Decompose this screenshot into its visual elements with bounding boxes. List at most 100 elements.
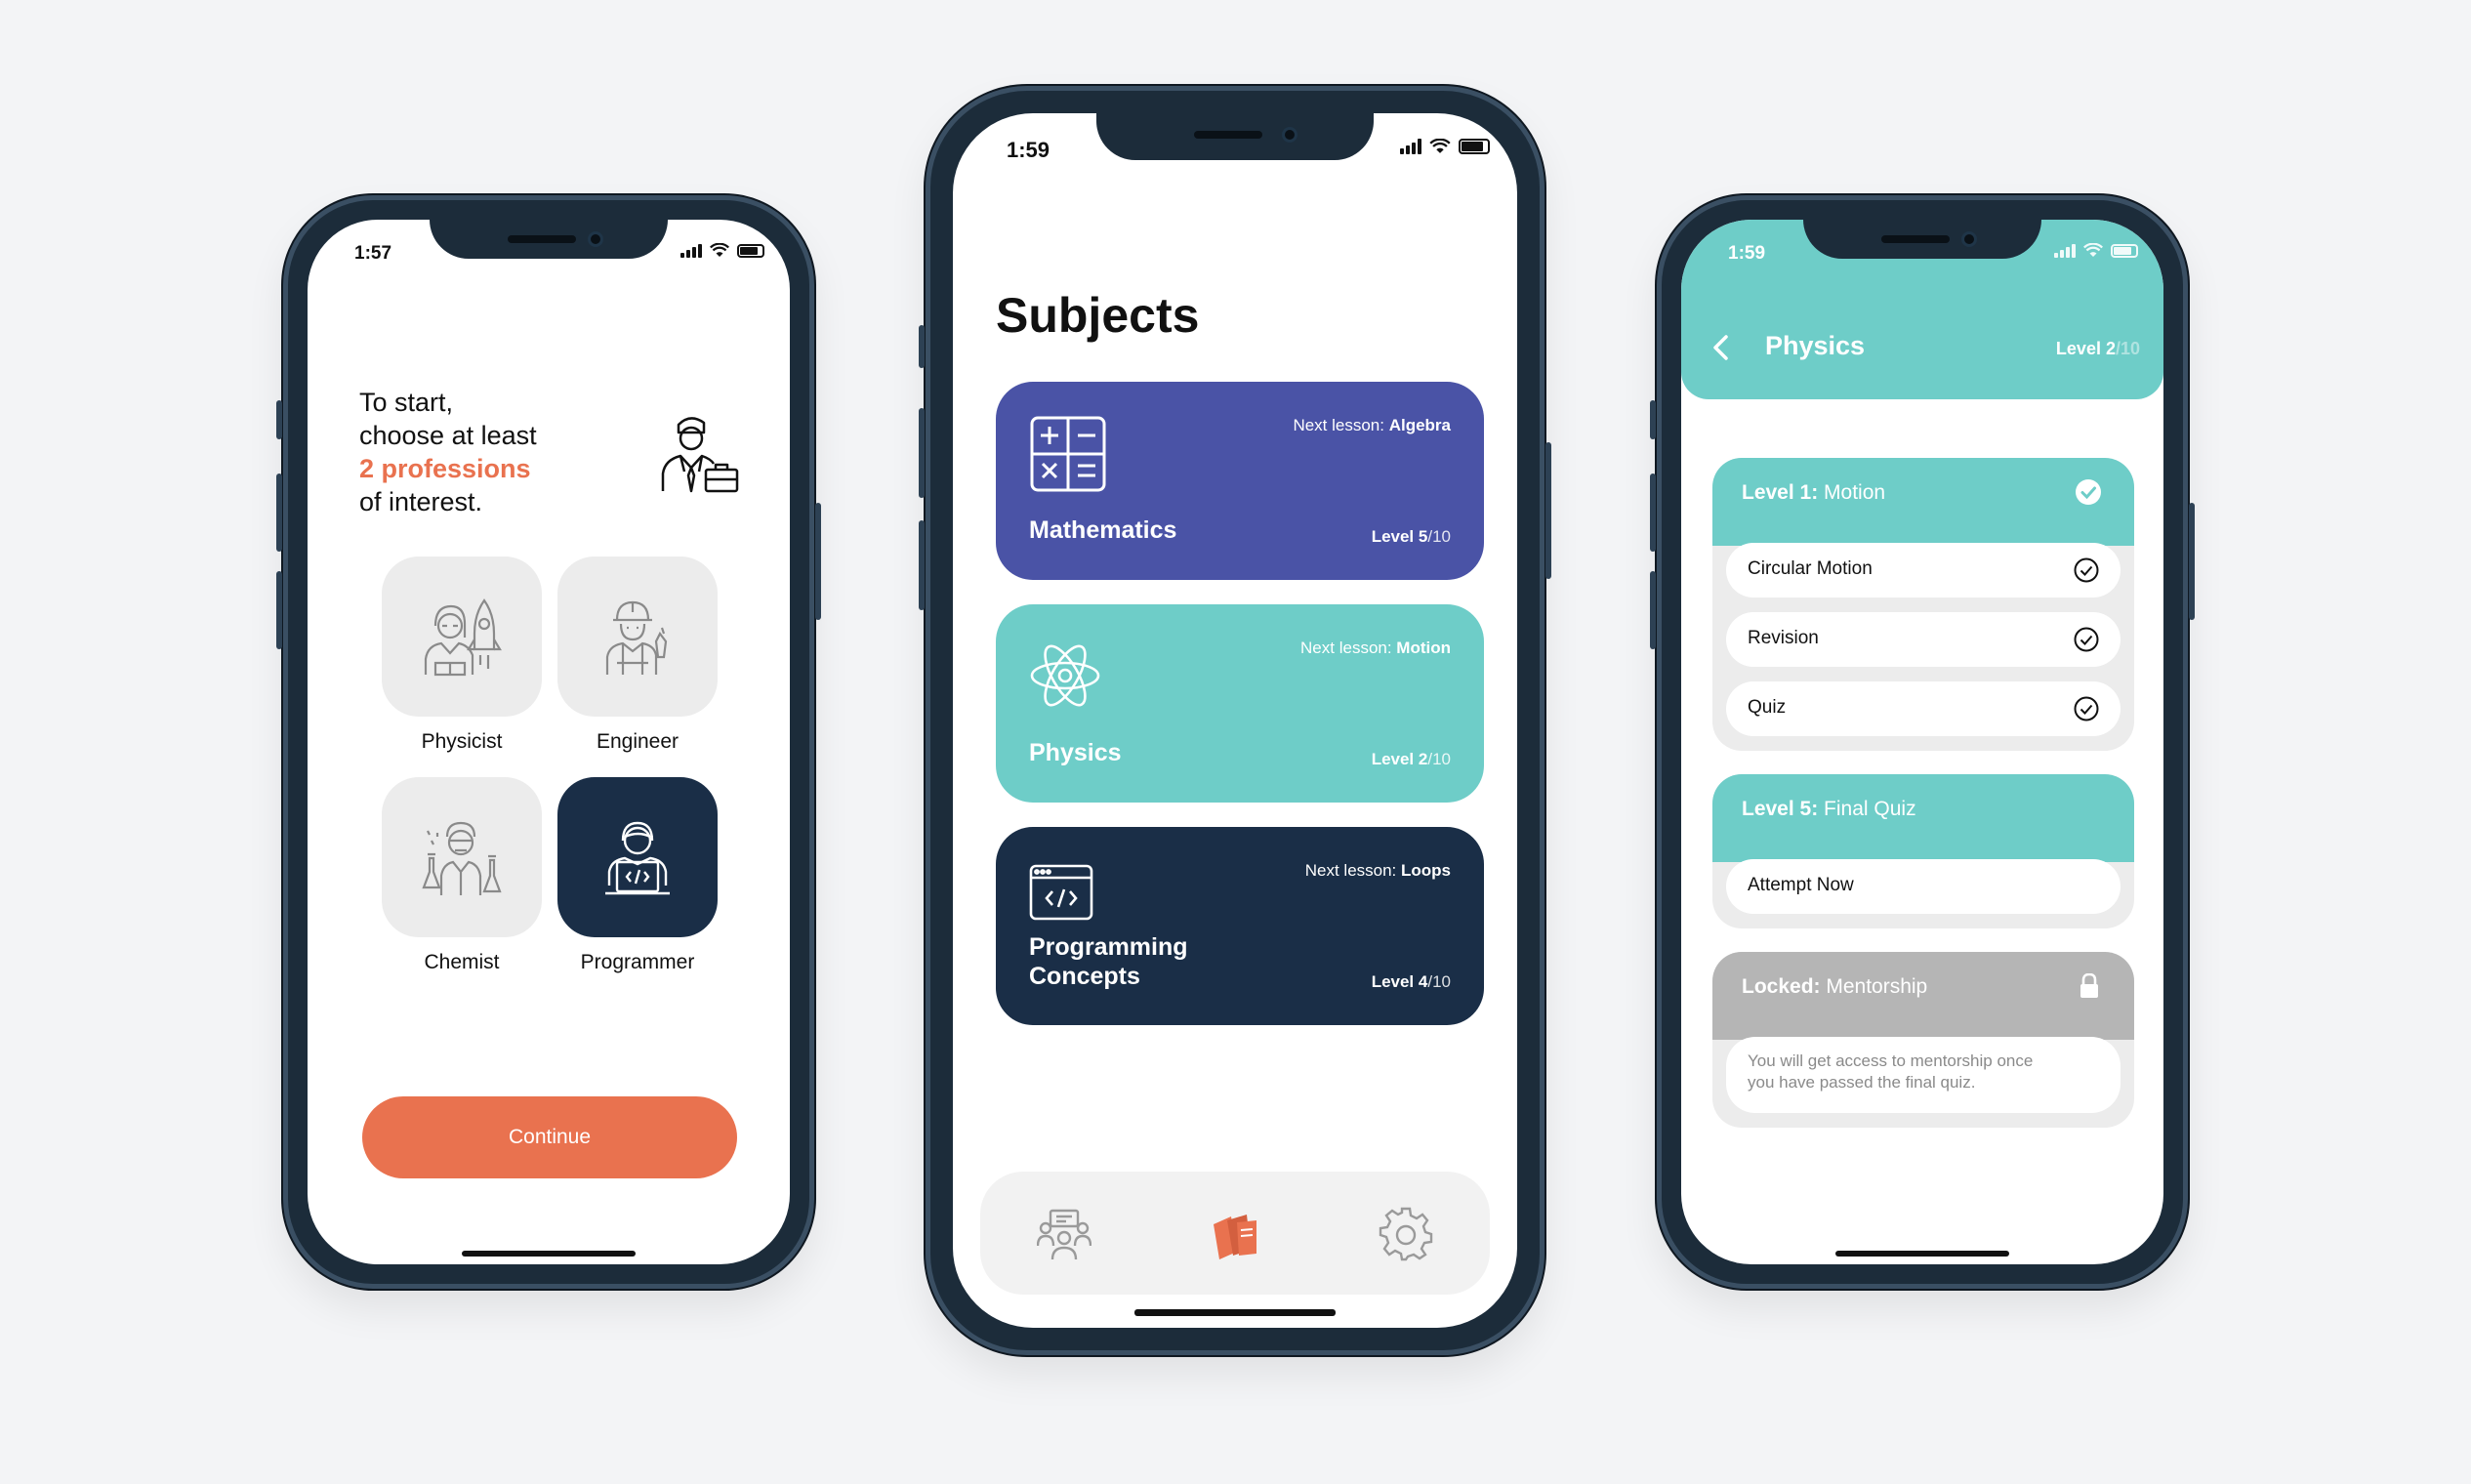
settings-gear-icon — [1379, 1207, 1433, 1261]
silent-switch — [1650, 400, 1656, 439]
intro-line-2: choose at least — [359, 421, 537, 450]
notch — [430, 220, 668, 259]
level-section-5: Level 5: Final Quiz Attempt Now — [1712, 774, 2134, 928]
profession-tile[interactable] — [382, 556, 542, 717]
profession-label: Physicist — [421, 730, 503, 753]
programmer-icon — [605, 821, 670, 895]
continue-button[interactable]: Continue — [362, 1096, 737, 1178]
locked-message-box: You will get access to mentorship once y… — [1726, 1037, 2121, 1113]
intro-line-1: To start, — [359, 388, 454, 417]
tab-bar — [980, 1172, 1490, 1295]
wifi-icon — [2083, 243, 2103, 257]
wifi-icon — [710, 243, 729, 257]
next-lesson-name: Loops — [1401, 861, 1451, 880]
header-level-total: /10 — [2115, 339, 2140, 358]
continue-label: Continue — [508, 1126, 592, 1148]
subject-card-programming[interactable]: Next lesson: Loops Programming Concepts … — [996, 827, 1484, 1025]
section-title-bold: Level 1: — [1742, 481, 1819, 504]
next-lesson-prefix: Next lesson: — [1293, 416, 1389, 434]
signal-icon — [2054, 243, 2076, 258]
lock-icon — [2080, 973, 2098, 998]
next-lesson: Next lesson: Motion — [1300, 639, 1451, 658]
level-value: 5 — [1418, 527, 1428, 546]
chemist-icon — [422, 821, 502, 895]
profession-card-chemist[interactable]: Chemist — [382, 777, 542, 974]
phone-frame-physics-levels: 1:59 Physics Level 2/10 Level 1: Motion … — [1650, 195, 2195, 1289]
locked-section-header: Locked: Mentorship — [1712, 952, 2134, 1040]
back-chevron-icon[interactable] — [1710, 333, 1732, 362]
profession-card-physicist[interactable]: Physicist — [382, 556, 542, 754]
profession-tile[interactable] — [557, 556, 718, 717]
locked-message-line-2: you have passed the final quiz. — [1748, 1073, 1976, 1092]
tab-settings[interactable] — [1379, 1207, 1433, 1261]
status-icons — [2054, 243, 2138, 258]
next-lesson-prefix: Next lesson: — [1300, 639, 1397, 657]
businessman-icon — [661, 417, 739, 493]
lesson-item[interactable]: Quiz — [1726, 681, 2121, 736]
profession-tile-selected[interactable] — [557, 777, 718, 937]
page-title: Subjects — [996, 288, 1200, 343]
check-circle-icon — [2074, 696, 2099, 721]
status-icons — [680, 243, 764, 258]
volume-up-button — [1650, 474, 1656, 552]
volume-down-button — [276, 571, 282, 649]
subject-level: Level 2/10 — [1372, 750, 1451, 769]
page-title: Physics — [1765, 331, 1866, 360]
next-lesson-name: Algebra — [1388, 416, 1451, 434]
subject-name: Mathematics — [1029, 516, 1177, 544]
subject-card-physics[interactable]: Next lesson: Motion Physics Level 2/10 — [996, 604, 1484, 803]
silent-switch — [919, 325, 925, 368]
subject-level: Level 5/10 — [1372, 527, 1451, 547]
lesson-item[interactable]: Circular Motion — [1726, 543, 2121, 598]
level-value: 2 — [1418, 750, 1428, 768]
battery-icon — [737, 243, 764, 258]
section-title-rest: Motion — [1818, 481, 1886, 504]
signal-icon — [680, 243, 702, 258]
power-button — [815, 503, 821, 620]
next-lesson: Next lesson: Algebra — [1293, 416, 1451, 435]
level-total: /10 — [1427, 527, 1451, 546]
level-section-1: Level 1: Motion Circular Motion Revision… — [1712, 458, 2134, 751]
notch — [1096, 113, 1374, 160]
profession-card-engineer[interactable]: Engineer — [557, 556, 718, 754]
volume-up-button — [919, 408, 925, 498]
level-section-header[interactable]: Level 5: Final Quiz — [1712, 774, 2134, 862]
tab-mentors[interactable] — [1036, 1207, 1092, 1261]
tab-subjects[interactable] — [1208, 1207, 1262, 1261]
physicist-icon — [424, 598, 502, 677]
lesson-item-label: Revision — [1748, 628, 1819, 648]
next-lesson-prefix: Next lesson: — [1304, 861, 1401, 880]
code-window-icon — [1029, 864, 1093, 921]
level-total: /10 — [1427, 972, 1451, 991]
power-button — [2189, 503, 2195, 620]
status-time: 1:57 — [354, 243, 392, 264]
profession-tile[interactable] — [382, 777, 542, 937]
lesson-item-label: Circular Motion — [1748, 558, 1873, 579]
profession-grid: Physicist Engineer Chemist Programmer — [382, 556, 718, 973]
subject-card-mathematics[interactable]: Next lesson: Algebra Mathematics Level 5… — [996, 382, 1484, 580]
home-indicator — [462, 1251, 636, 1257]
attempt-now-button[interactable]: Attempt Now — [1726, 859, 2121, 914]
intro-line-4: of interest. — [359, 487, 483, 516]
section-title-bold: Level 5: — [1742, 798, 1819, 820]
subject-name-line-2: Concepts — [1029, 963, 1140, 990]
profession-label: Chemist — [424, 951, 500, 973]
notch — [1803, 220, 2041, 259]
status-time: 1:59 — [1007, 138, 1050, 162]
profession-card-programmer[interactable]: Programmer — [557, 777, 718, 974]
books-icon — [1214, 1215, 1256, 1259]
screen-professions: 1:57 To start, choose at least 2 profess… — [308, 220, 790, 1264]
intro-highlight: 2 professions — [359, 454, 531, 483]
check-circle-icon — [2074, 557, 2099, 583]
lesson-item[interactable]: Revision — [1726, 612, 2121, 667]
next-lesson: Next lesson: Loops — [1305, 861, 1451, 881]
profession-label: Engineer — [596, 730, 680, 753]
intro-text: To start, choose at least 2 professions … — [359, 386, 537, 518]
section-title-rest: Final Quiz — [1818, 798, 1916, 820]
phone-frame-subjects: 1:59 Subjects Next lesson: Algebra Mathe… — [919, 86, 1551, 1355]
level-section-header[interactable]: Level 1: Motion — [1712, 458, 2134, 546]
phone-frame-professions: 1:57 To start, choose at least 2 profess… — [276, 195, 821, 1289]
header-level: Level 2/10 — [2056, 339, 2140, 359]
signal-icon — [1400, 139, 1421, 154]
level-value: 4 — [1418, 972, 1428, 991]
